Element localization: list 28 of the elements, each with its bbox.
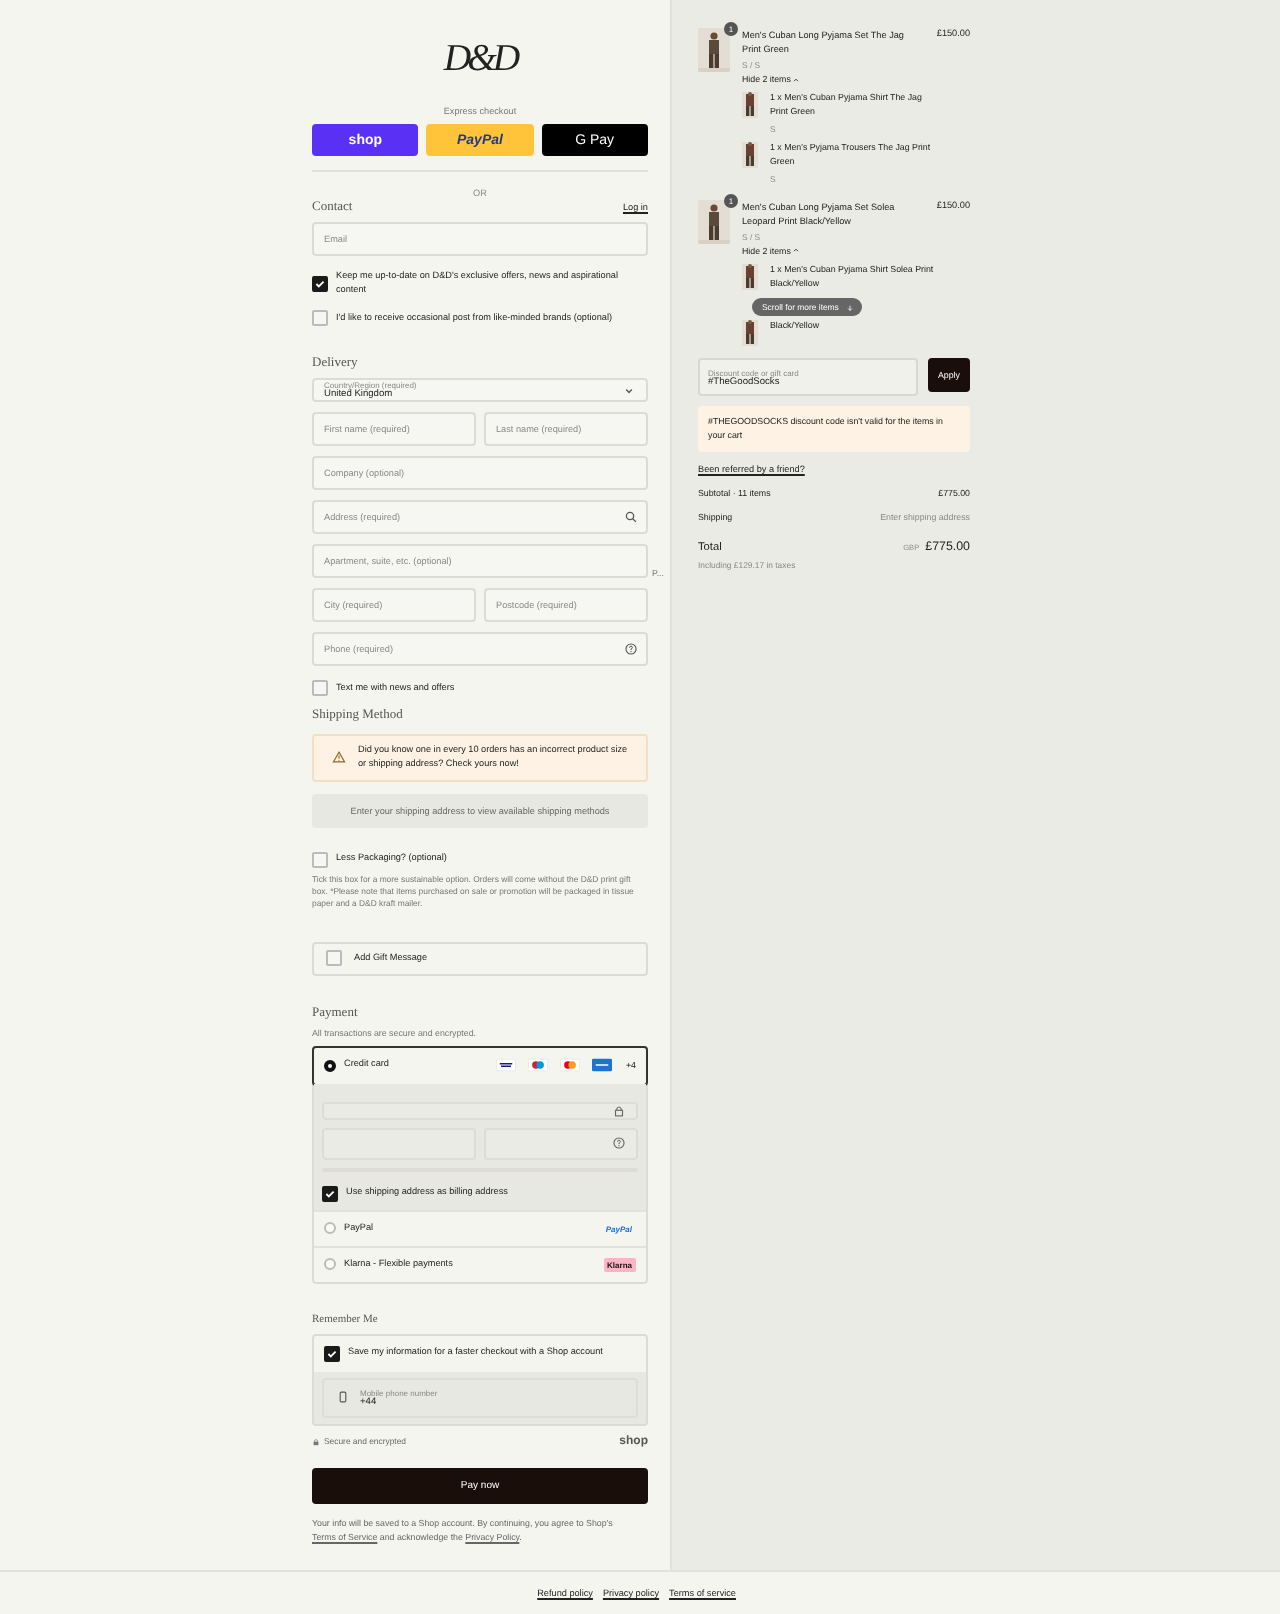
checkbox[interactable]	[312, 275, 328, 292]
warning-icon	[332, 750, 346, 765]
card-number-field[interactable]	[322, 1101, 638, 1120]
phone-icon	[336, 1390, 350, 1405]
checkbox[interactable]	[312, 680, 328, 697]
checkbox[interactable]	[312, 851, 328, 868]
help-icon	[624, 642, 638, 657]
chevron-down-icon	[622, 383, 636, 398]
radio-button[interactable]	[324, 1059, 336, 1072]
arrow-down-icon	[846, 303, 855, 312]
lock-icon	[612, 1103, 626, 1118]
security-code-field[interactable]	[484, 1127, 638, 1160]
card-brand-icon	[591, 1058, 612, 1073]
checkbox[interactable]	[322, 1185, 338, 1202]
radio-button[interactable]	[324, 1222, 336, 1235]
card-brand-icon	[559, 1058, 580, 1073]
card-brand-icon	[495, 1058, 516, 1073]
card-brand-icon	[527, 1058, 548, 1073]
checkbox[interactable]	[326, 950, 342, 967]
checkbox[interactable]	[324, 1345, 340, 1362]
caret-up-icon	[792, 246, 801, 255]
help-icon	[612, 1136, 626, 1151]
lock-icon	[312, 1437, 320, 1446]
brand-logo: D&D	[443, 36, 517, 84]
caret-up-icon	[792, 75, 801, 84]
radio-button[interactable]	[324, 1258, 336, 1271]
checkbox[interactable]	[312, 310, 328, 327]
search-icon	[624, 510, 638, 525]
